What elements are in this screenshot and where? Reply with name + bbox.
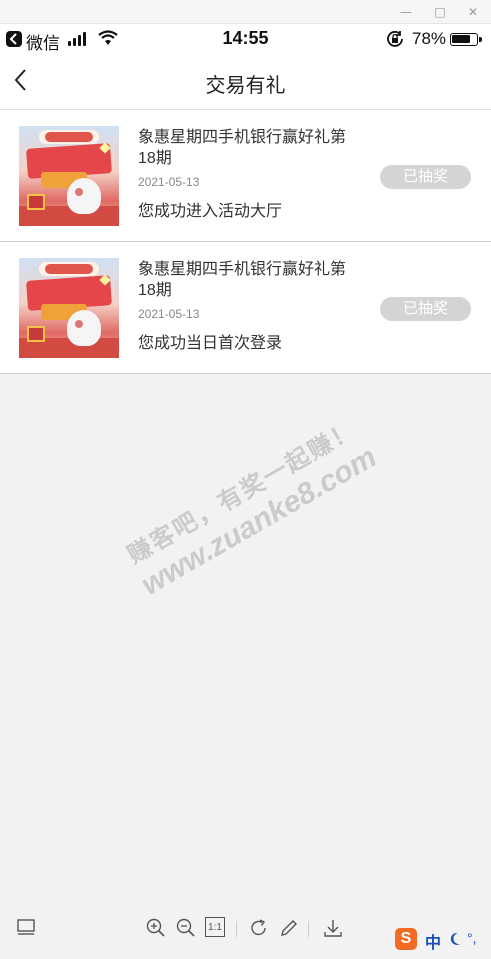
maximize-button[interactable]: □ <box>432 4 448 20</box>
status-badge: 已抽奖 <box>380 165 471 189</box>
list-item[interactable]: 象惠星期四手机银行赢好礼第18期 2021-05-13 您成功进入活动大厅 已抽… <box>0 110 491 242</box>
watermark: 赚客吧，有奖一起赚！ www.zuanke8.com <box>94 395 407 616</box>
download-icon[interactable] <box>322 917 344 939</box>
rotate-icon[interactable] <box>248 917 270 939</box>
battery-icon <box>450 33 482 46</box>
ime-logo-icon: S <box>395 928 417 950</box>
toolbar-divider <box>308 921 309 937</box>
promo-thumbnail <box>19 126 119 226</box>
orientation-lock-icon <box>387 31 403 47</box>
toolbar-divider <box>236 921 237 937</box>
item-description: 您成功当日首次登录 <box>138 335 283 352</box>
list-item[interactable]: 象惠星期四手机银行赢好礼第18期 2021-05-13 您成功当日首次登录 已抽… <box>0 242 491 374</box>
item-description: 您成功进入活动大厅 <box>138 203 283 220</box>
ime-mode[interactable]: 中 <box>425 929 441 953</box>
window-title-bar: — □ ✕ <box>0 0 491 24</box>
edit-icon[interactable] <box>278 917 300 939</box>
status-bar: 微信 14:55 78% <box>0 24 491 54</box>
zoom-in-icon[interactable] <box>145 917 167 939</box>
item-title: 象惠星期四手机银行赢好礼第18期 <box>138 129 347 167</box>
close-button[interactable]: ✕ <box>465 4 481 20</box>
moon-icon[interactable] <box>448 931 462 947</box>
zoom-out-icon[interactable] <box>175 917 197 939</box>
item-date: 2021-05-13 <box>138 307 200 321</box>
ime-punctuation[interactable]: °, <box>467 930 477 946</box>
item-title: 象惠星期四手机银行赢好礼第18期 <box>138 261 347 299</box>
status-badge: 已抽奖 <box>380 297 471 321</box>
minimize-button[interactable]: — <box>398 4 414 20</box>
nav-bar: 交易有礼 <box>0 54 491 110</box>
item-date: 2021-05-13 <box>138 175 200 189</box>
viewer-toolbar: 1:1 <box>0 905 491 959</box>
reward-list: 象惠星期四手机银行赢好礼第18期 2021-05-13 您成功进入活动大厅 已抽… <box>0 110 491 374</box>
promo-thumbnail <box>19 258 119 358</box>
battery-percentage: 78% <box>412 29 447 48</box>
page-title: 交易有礼 <box>205 75 286 97</box>
layout-icon[interactable] <box>16 917 38 939</box>
actual-size-icon[interactable]: 1:1 <box>205 917 225 937</box>
